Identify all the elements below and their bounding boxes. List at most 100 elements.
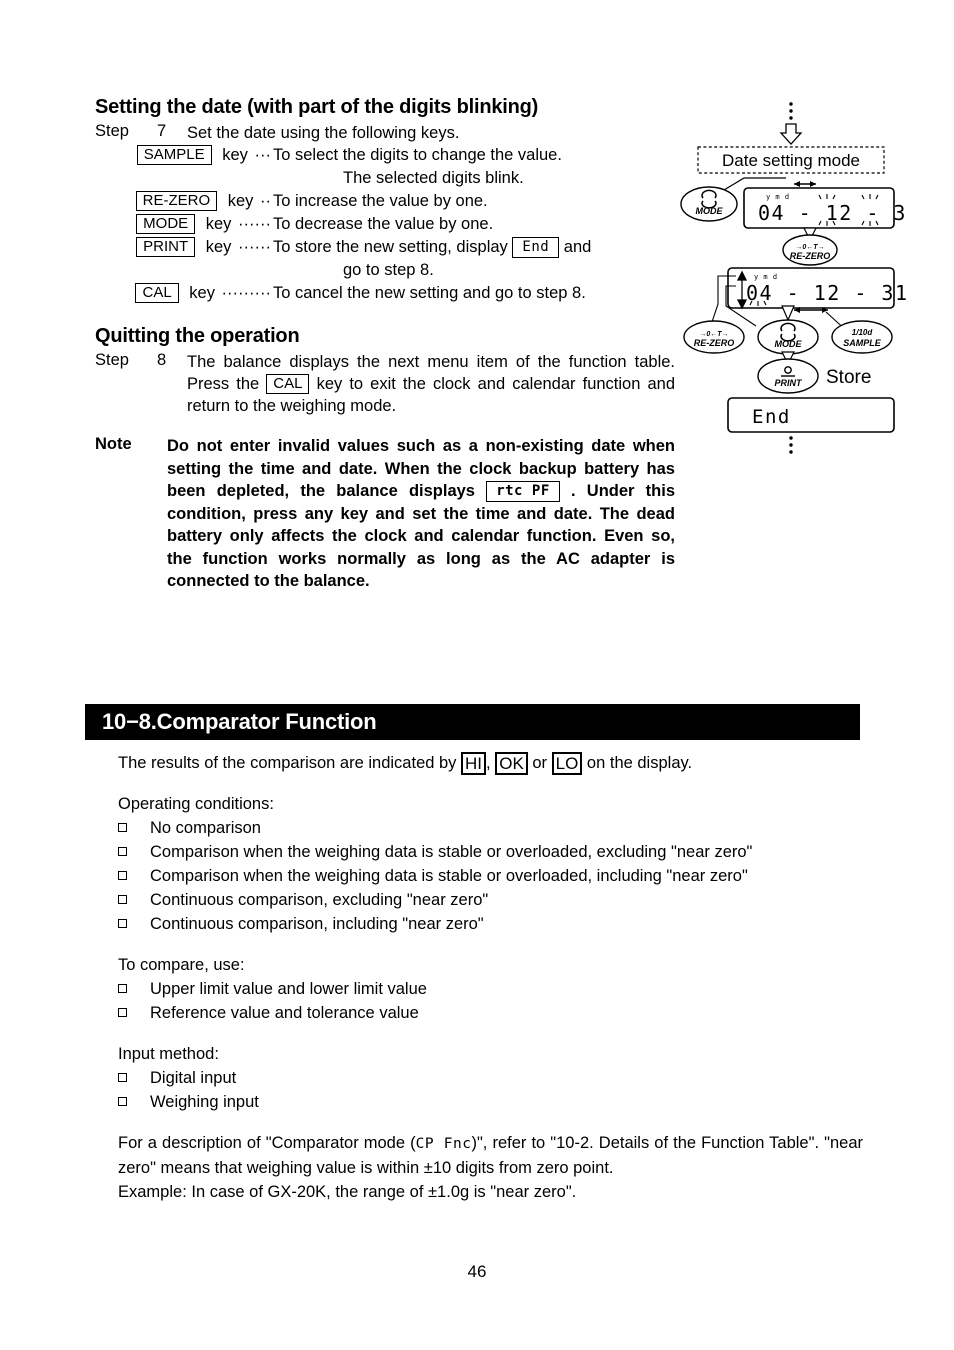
down-arrow-top bbox=[779, 123, 803, 145]
comparator-intro-mid1: , bbox=[486, 754, 491, 772]
list-item: Comparison when the weighing data is sta… bbox=[118, 840, 863, 864]
list-item: Continuous comparison, excluding "near z… bbox=[118, 888, 863, 912]
list-item: Weighing input bbox=[118, 1090, 863, 1114]
cal-key-word: key bbox=[189, 284, 215, 302]
sample-keybox[interactable]: SAMPLE bbox=[136, 145, 212, 165]
step-8-text-post: key to exit the clock and calendar funct… bbox=[187, 375, 676, 415]
svg-text:1/10d: 1/10d bbox=[852, 328, 874, 337]
comparator-example: Example: In case of GX-20K, the range of… bbox=[118, 1183, 577, 1201]
svg-text:PRINT: PRINT bbox=[775, 378, 804, 388]
list-item: No comparison bbox=[118, 816, 863, 840]
svg-text:→0←T→: →0←T→ bbox=[699, 331, 728, 338]
closing-pre: For a description of "Comparator mode ( bbox=[118, 1134, 416, 1152]
end-lcd-box: End bbox=[512, 237, 560, 258]
step-7-intro: Set the date using the following keys. bbox=[187, 124, 460, 142]
list-item: Digital input bbox=[118, 1066, 863, 1090]
digit-select-arrow-top bbox=[794, 181, 816, 187]
print-key-dots: ······ bbox=[238, 238, 271, 256]
cal-keybox-step8[interactable]: CAL bbox=[266, 374, 310, 394]
comparator-intro-post: on the display. bbox=[586, 754, 693, 772]
operating-conditions-heading: Operating conditions: bbox=[118, 795, 274, 813]
cal-keybox[interactable]: CAL bbox=[135, 283, 179, 303]
comparator-intro-mid2: or bbox=[532, 754, 548, 772]
step-8-text: The balance displays the next menu item … bbox=[187, 351, 675, 417]
sample-key-cell: SAMPLE key ··· bbox=[95, 144, 273, 167]
sample-key-desc: To select the digits to change the value… bbox=[273, 146, 562, 164]
main-content-column: Setting the date (with part of the digit… bbox=[95, 96, 675, 593]
key-line-cal: CAL key ········· To cancel the new sett… bbox=[95, 282, 675, 305]
list-item: Continuous comparison, including "near z… bbox=[118, 912, 863, 936]
step-8-label: Step bbox=[95, 351, 129, 369]
section-title: 10−8.Comparator Function bbox=[102, 709, 377, 734]
print-key-desc-post: and bbox=[563, 238, 592, 256]
mode-key-dots: ······ bbox=[238, 215, 271, 233]
mode-key-desc: To decrease the value by one. bbox=[273, 215, 494, 233]
rezero-key-cell: RE-ZERO key ·· bbox=[95, 190, 273, 213]
list-item: Comparison when the weighing data is sta… bbox=[118, 864, 863, 888]
mode-key-top: MODE bbox=[680, 186, 738, 222]
note-body: Do not enter invalid values such as a no… bbox=[167, 435, 675, 593]
rezero-key-desc: To increase the value by one. bbox=[273, 192, 488, 210]
hi-tag: HI bbox=[461, 752, 487, 775]
cal-key-desc: To cancel the new setting and go to step… bbox=[273, 284, 586, 302]
arrow-to-mode bbox=[781, 305, 795, 322]
svg-text:SAMPLE: SAMPLE bbox=[843, 338, 882, 348]
svg-text:04 - 12 - 31: 04 - 12 - 31 bbox=[758, 201, 906, 225]
square-bullet-icon bbox=[118, 816, 150, 832]
svg-text:MODE: MODE bbox=[696, 206, 724, 216]
sample-key-bottom: 1/10d SAMPLE bbox=[831, 320, 893, 354]
step-7-number: 7 bbox=[157, 122, 167, 140]
svg-text:04 - 12 - 31: 04 - 12 - 31 bbox=[746, 281, 906, 305]
list-item: Reference value and tolerance value bbox=[118, 1001, 863, 1025]
print-keybox[interactable]: PRINT bbox=[136, 237, 196, 257]
cp-fnc-lcd-text: CP Fnc bbox=[415, 1136, 472, 1152]
lcd-display-3: End bbox=[727, 397, 895, 433]
sample-key-word: key bbox=[222, 146, 248, 164]
svg-text:End: End bbox=[752, 406, 791, 428]
key-function-list: SAMPLE key ··· To select the digits to c… bbox=[95, 144, 675, 305]
rtc-pf-lcd-box: rtc PF bbox=[486, 481, 560, 502]
diagram-svg: .ln { stroke:#000; fill:none; } .fillw {… bbox=[680, 102, 906, 454]
svg-text:→0←T→: →0←T→ bbox=[795, 244, 824, 251]
svg-text:RE-ZERO: RE-ZERO bbox=[790, 251, 831, 261]
print-key-desc-cont: go to step 8. bbox=[343, 261, 434, 279]
svg-text:y m d: y m d bbox=[754, 273, 778, 281]
square-bullet-icon bbox=[118, 977, 150, 993]
key-line-print: PRINT key ······ To store the new settin… bbox=[95, 236, 675, 259]
square-bullet-icon bbox=[118, 1001, 150, 1017]
note-label: Note bbox=[95, 435, 132, 453]
date-setting-flow-diagram: .ln { stroke:#000; fill:none; } .fillw {… bbox=[676, 100, 906, 455]
list-item: Upper limit value and lower limit value bbox=[118, 977, 863, 1001]
rezero-key-dots: ·· bbox=[260, 192, 271, 210]
square-bullet-icon bbox=[118, 888, 150, 904]
list-item-label: Comparison when the weighing data is sta… bbox=[150, 867, 748, 885]
key-line-sample: SAMPLE key ··· To select the digits to c… bbox=[95, 144, 675, 167]
key-line-rezero: RE-ZERO key ·· To increase the value by … bbox=[95, 190, 675, 213]
mode-key-word: key bbox=[205, 215, 232, 233]
comparator-intro-pre: The results of the comparison are indica… bbox=[118, 754, 457, 772]
to-compare-heading: To compare, use: bbox=[118, 956, 245, 974]
rezero-key-middle: →0←T→ RE-ZERO bbox=[782, 234, 838, 266]
key-line-mode: MODE key ······ To decrease the value by… bbox=[95, 213, 675, 236]
step-8-number: 8 bbox=[157, 351, 167, 369]
list-item-label: Reference value and tolerance value bbox=[150, 1004, 419, 1022]
step-7-label: Step bbox=[95, 122, 129, 140]
sample-key-desc-cont: The selected digits blink. bbox=[343, 169, 524, 187]
comparator-intro: The results of the comparison are indica… bbox=[118, 751, 863, 775]
list-item-label: Comparison when the weighing data is sta… bbox=[150, 843, 753, 861]
rezero-key-bottom: →0←T→ RE-ZERO bbox=[683, 320, 745, 354]
rezero-keybox[interactable]: RE-ZERO bbox=[135, 191, 218, 211]
mode-key-bottom: MODE bbox=[757, 319, 819, 355]
square-bullet-icon bbox=[118, 1066, 150, 1082]
quitting-heading: Quitting the operation bbox=[95, 325, 300, 347]
print-key-desc-pre: To store the new setting, display bbox=[273, 238, 508, 256]
section-header-bar: 10−8.Comparator Function bbox=[85, 704, 860, 740]
mode-keybox[interactable]: MODE bbox=[136, 214, 196, 234]
cal-key-cell: CAL key ········· bbox=[95, 282, 273, 305]
list-item-label: Digital input bbox=[150, 1069, 237, 1087]
square-bullet-icon bbox=[118, 1090, 150, 1106]
